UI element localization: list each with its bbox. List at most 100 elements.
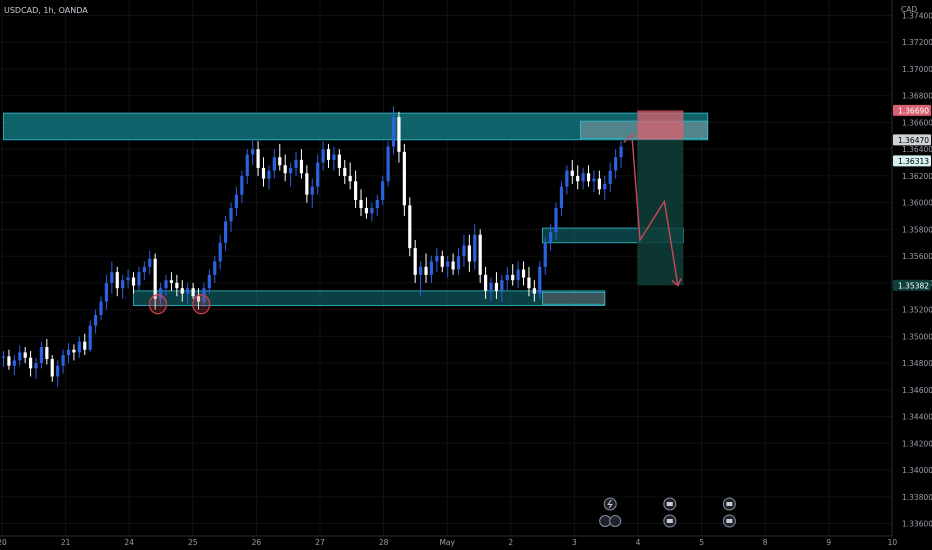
candle-body [402, 151, 406, 206]
time-tick-label: 5 [699, 538, 704, 547]
candle-body [148, 258, 152, 267]
time-tick-label: May [439, 538, 455, 547]
candle-body [7, 356, 11, 366]
candle-body [424, 266, 428, 275]
candle-body [505, 274, 509, 281]
candle-body [278, 157, 282, 166]
candle-body [435, 256, 439, 262]
take-profit-zone[interactable] [637, 139, 684, 286]
event-flag-icon[interactable] [599, 515, 612, 527]
usdcad-candlestick-chart[interactable]: 1.374001.372001.370001.368001.366001.364… [0, 0, 932, 550]
event-flag-icon[interactable] [609, 515, 622, 527]
candle-body [28, 357, 33, 369]
candle-body [408, 205, 412, 249]
candle-body [359, 199, 363, 209]
candle-body [543, 242, 547, 267]
candle-body [121, 280, 125, 289]
candle-body [305, 173, 309, 195]
candle-body [559, 186, 564, 209]
candle-body [337, 154, 341, 168]
candle-body [245, 154, 249, 176]
candle-body [126, 277, 130, 281]
candle-body [603, 183, 607, 190]
candle-body [99, 301, 103, 315]
time-tick-label: 4 [636, 538, 641, 547]
candle-body [364, 208, 369, 214]
candle-body [608, 170, 612, 184]
price-tick-label: 1.37200 [902, 38, 932, 47]
price-tick-label: 1.36600 [902, 118, 932, 127]
candle-body [326, 149, 331, 160]
candle-body [267, 170, 271, 179]
candle-body [462, 245, 466, 257]
candle-body [115, 272, 119, 289]
candle-body [1, 356, 6, 358]
candle-body [619, 146, 623, 158]
candle-body [321, 149, 325, 163]
stop-loss-zone[interactable] [637, 110, 684, 140]
candle-body [586, 173, 591, 182]
candle-body [538, 266, 542, 294]
candle-body [484, 274, 488, 291]
candle-body [218, 242, 222, 262]
candle-body [299, 159, 304, 174]
candle-body [511, 274, 515, 281]
candle-body [478, 234, 482, 275]
time-tick-label: 10 [888, 538, 898, 547]
candle-body [429, 261, 434, 275]
candle-body [500, 280, 504, 291]
price-tick-label: 1.36400 [902, 145, 932, 154]
candle-body [110, 272, 114, 283]
candle-body [343, 167, 347, 176]
candle-body [289, 167, 293, 174]
flag-glyph [726, 502, 733, 506]
candle-body [565, 170, 569, 187]
candle-body [451, 261, 455, 270]
candle-body [354, 181, 358, 200]
candle-body [229, 208, 233, 222]
candle-body [467, 245, 471, 262]
stop-price-tag-label: 1.36690 [898, 106, 929, 115]
candle-body [50, 359, 54, 377]
flag-glyph [726, 519, 733, 523]
time-tick-label: 21 [61, 538, 71, 547]
time-tick-label: 27 [315, 538, 325, 547]
marker-circle [192, 294, 211, 315]
price-tick-label: 1.34000 [902, 466, 932, 475]
candle-body [93, 314, 98, 326]
candle-body [175, 282, 179, 289]
candle-body [332, 154, 336, 160]
candle-body [180, 288, 184, 294]
candle-body [549, 232, 553, 243]
target-price-tag-label: 1.35382 [898, 281, 929, 290]
candle-body [446, 261, 450, 267]
candle-body [39, 347, 44, 364]
price-tick-label: 1.35000 [902, 332, 932, 341]
candle-body [397, 117, 401, 152]
currency-label: CAD [901, 5, 917, 14]
price-tick-label: 1.33600 [902, 520, 932, 529]
position-tool[interactable] [637, 110, 684, 286]
candle-body [316, 162, 320, 187]
price-axis[interactable] [892, 0, 932, 536]
time-tick-label: 8 [763, 538, 768, 547]
candle-body [272, 157, 276, 171]
candle-body [576, 175, 580, 182]
candle-body [456, 256, 461, 270]
candle-body [213, 261, 217, 275]
current-price-tag-label: 1.36470 [898, 136, 929, 145]
candle-body [413, 248, 417, 275]
price-tick-label: 1.33800 [902, 493, 932, 502]
candle-body [83, 341, 87, 350]
candle-body [56, 365, 60, 377]
candle-body [473, 234, 477, 262]
price-tick-label: 1.36000 [902, 199, 932, 208]
candle-body [375, 199, 379, 209]
time-axis[interactable] [0, 536, 932, 550]
price-tick-label: 1.34800 [902, 359, 932, 368]
candle-body [34, 363, 38, 369]
candle-body [142, 266, 146, 273]
time-tick-label: 2 [508, 538, 513, 547]
price-tick-label: 1.34200 [902, 439, 932, 448]
candle-body [66, 349, 71, 356]
